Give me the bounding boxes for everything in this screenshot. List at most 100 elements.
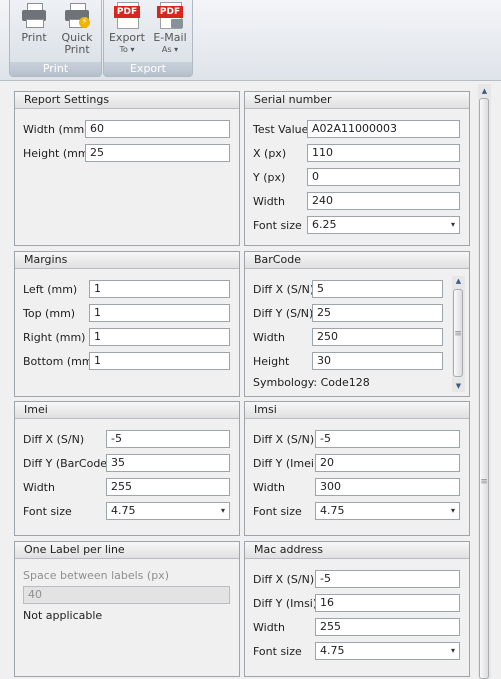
test-value-input[interactable]: A02A11000003 — [307, 120, 460, 138]
report-settings-title: Report Settings — [15, 92, 239, 109]
mac-address-title: Mac address — [245, 542, 469, 559]
imsi-font-size-select[interactable]: 4.75 ▾ — [315, 502, 460, 520]
barcode-panel: BarCode Diff X (S/N) 5 Diff Y (S/N) 25 W… — [244, 251, 470, 397]
margin-left-input[interactable]: 1 — [89, 280, 230, 298]
quick-print-button[interactable]: ⚡ Quick Print — [56, 0, 98, 56]
chevron-down-icon: ▾ — [450, 646, 455, 655]
margin-right-input[interactable]: 1 — [89, 328, 230, 346]
print-button[interactable]: Print — [14, 0, 54, 44]
email-as-button[interactable]: PDF E-Mail As ▾ — [150, 0, 190, 56]
diff-x-label: Diff X (S/N) — [253, 433, 315, 446]
margins-title: Margins — [15, 252, 239, 269]
font-size-label: Font size — [253, 645, 302, 658]
serial-y-input[interactable]: 0 — [307, 168, 460, 186]
serial-width-input[interactable]: 240 — [307, 192, 460, 210]
font-size-label: Font size — [23, 505, 72, 518]
width-label: Width — [253, 481, 285, 494]
ribbon: Print ⚡ Quick Print Print PDF Export To … — [0, 0, 501, 81]
scroll-up-icon[interactable]: ▲ — [452, 276, 465, 286]
width-label: Width — [253, 195, 285, 208]
imei-panel: Imei Diff X (S/N) -5 Diff Y (BarCode) 35… — [14, 401, 240, 536]
scroll-thumb[interactable]: ≡ — [453, 289, 463, 377]
printer-icon — [21, 2, 47, 28]
report-settings-panel: Report Settings Width (mm) 60 Height (mm… — [14, 91, 240, 246]
barcode-title: BarCode — [245, 252, 469, 269]
imei-diff-y-input[interactable]: 35 — [106, 454, 230, 472]
barcode-width-input[interactable]: 250 — [312, 328, 443, 346]
height-label: Height — [253, 355, 290, 368]
barcode-scrollbar[interactable]: ▲ ≡ ▼ — [452, 276, 465, 392]
diff-y-label: Diff Y (Imsi) — [253, 597, 318, 610]
imsi-width-input[interactable]: 300 — [315, 478, 460, 496]
not-applicable-note: Not applicable — [23, 609, 103, 622]
x-label: X (px) — [253, 147, 287, 160]
barcode-diff-x-input[interactable]: 5 — [312, 280, 443, 298]
test-value-label: Test Value — [253, 123, 309, 136]
export-group: PDF Export To ▾ PDF E-Mail As ▾ Export — [103, 0, 193, 77]
main-scroll-thumb[interactable]: ≡ — [479, 98, 489, 679]
margin-bottom-input[interactable]: 1 — [89, 352, 230, 370]
width-label: Width — [253, 331, 285, 344]
height-label: Height (mm) — [23, 147, 93, 160]
chevron-down-icon: ▾ — [220, 506, 225, 515]
width-label: Width — [23, 481, 55, 494]
mac-diff-y-input[interactable]: 16 — [315, 594, 460, 612]
imei-font-size-select[interactable]: 4.75 ▾ — [106, 502, 230, 520]
bottom-label: Bottom (mm) — [23, 355, 97, 368]
font-size-label: Font size — [253, 505, 302, 518]
imei-diff-x-input[interactable]: -5 — [106, 430, 230, 448]
scroll-up-icon[interactable]: ▲ — [478, 86, 491, 96]
mac-width-input[interactable]: 255 — [315, 618, 460, 636]
margin-top-input[interactable]: 1 — [89, 304, 230, 322]
imsi-title: Imsi — [245, 402, 469, 419]
pdf-icon: PDF — [114, 2, 140, 29]
grip-icon: ≡ — [480, 477, 488, 487]
mac-address-panel: Mac address Diff X (S/N) -5 Diff Y (Imsi… — [244, 541, 470, 677]
export-to-button[interactable]: PDF Export To ▾ — [106, 0, 148, 56]
serial-number-title: Serial number — [245, 92, 469, 109]
diff-x-label: Diff X (S/N) — [253, 573, 315, 586]
margins-panel: Margins Left (mm) 1 Top (mm) 1 Right (mm… — [14, 251, 240, 397]
diff-x-label: Diff X (S/N) — [253, 283, 315, 296]
one-label-panel: One Label per line Space between labels … — [14, 541, 240, 677]
one-label-title: One Label per line — [15, 542, 239, 559]
diff-y-label: Diff Y (BarCode) — [23, 457, 112, 470]
barcode-diff-y-input[interactable]: 25 — [312, 304, 443, 322]
font-size-label: Font size — [253, 219, 302, 232]
width-label: Width (mm) — [23, 123, 89, 136]
left-label: Left (mm) — [23, 283, 78, 296]
report-height-input[interactable]: 25 — [85, 144, 230, 162]
serial-number-panel: Serial number Test Value A02A11000003 X … — [244, 91, 470, 246]
imsi-diff-x-input[interactable]: -5 — [315, 430, 460, 448]
export-group-label: Export — [104, 62, 192, 76]
imsi-diff-y-input[interactable]: 20 — [315, 454, 460, 472]
print-group: Print ⚡ Quick Print Print — [9, 0, 102, 77]
imei-title: Imei — [15, 402, 239, 419]
y-label: Y (px) — [253, 171, 286, 184]
top-label: Top (mm) — [23, 307, 76, 320]
scroll-down-icon[interactable]: ▼ — [452, 381, 465, 391]
right-label: Right (mm) — [23, 331, 86, 344]
imei-width-input[interactable]: 255 — [106, 478, 230, 496]
barcode-height-input[interactable]: 30 — [312, 352, 443, 370]
diff-x-label: Diff X (S/N) — [23, 433, 85, 446]
symbology-label: Symbology: Code128 — [253, 376, 370, 389]
pdf-email-icon: PDF — [157, 2, 183, 29]
mac-diff-x-input[interactable]: -5 — [315, 570, 460, 588]
serial-font-size-select[interactable]: 6.25 ▾ — [307, 216, 460, 234]
serial-x-input[interactable]: 110 — [307, 144, 460, 162]
grip-icon: ≡ — [454, 329, 462, 339]
quick-printer-icon: ⚡ — [64, 2, 90, 28]
space-between-label: Space between labels (px) — [23, 569, 169, 582]
chevron-down-icon: ▾ — [450, 220, 455, 229]
imsi-panel: Imsi Diff X (S/N) -5 Diff Y (Imei) 20 Wi… — [244, 401, 470, 536]
print-group-label: Print — [10, 62, 101, 76]
main-scrollbar[interactable]: ▲ ≡ — [478, 84, 491, 679]
mac-font-size-select[interactable]: 4.75 ▾ — [315, 642, 460, 660]
space-between-input[interactable]: 40 — [23, 586, 230, 604]
report-width-input[interactable]: 60 — [85, 120, 230, 138]
diff-y-label: Diff Y (S/N) — [253, 307, 314, 320]
chevron-down-icon: ▾ — [450, 506, 455, 515]
width-label: Width — [253, 621, 285, 634]
diff-y-label: Diff Y (Imei) — [253, 457, 319, 470]
